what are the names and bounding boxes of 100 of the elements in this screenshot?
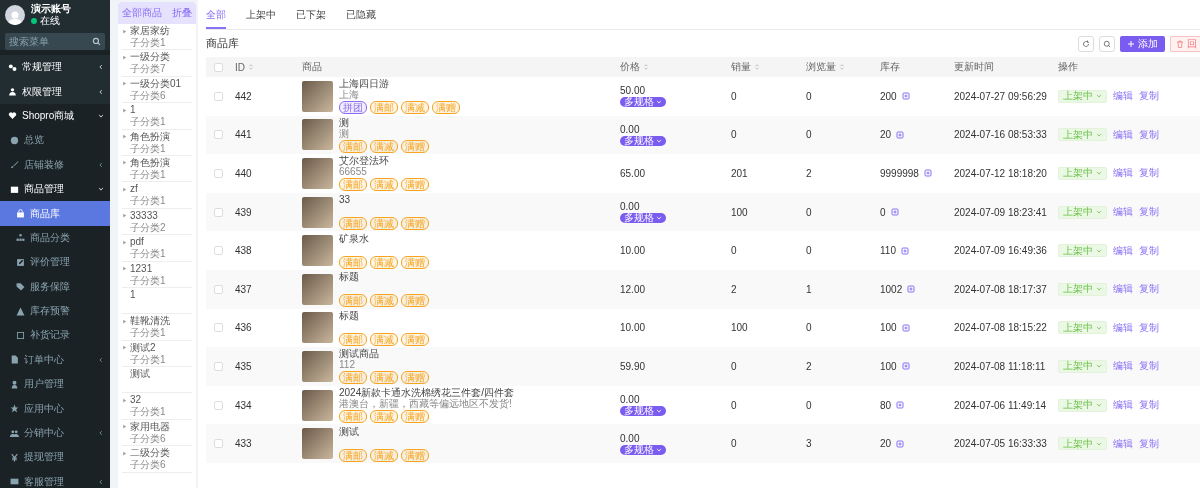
menu-item[interactable]: 权限管理	[0, 79, 110, 104]
action-link[interactable]: 编辑	[1113, 398, 1133, 413]
spec-button[interactable]: 多规格	[620, 444, 666, 455]
action-link[interactable]: 复制	[1139, 398, 1159, 413]
action-link[interactable]: 复制	[1139, 320, 1159, 335]
menu-item[interactable]: 店铺装修	[0, 152, 110, 177]
subcategory-name[interactable]: 子分类6	[130, 432, 166, 444]
subcategory-name[interactable]: 子分类2	[130, 221, 166, 233]
menu-item[interactable]: 总览	[0, 128, 110, 153]
subcategory-name[interactable]: 子分类1	[130, 168, 166, 180]
action-link[interactable]: 编辑	[1113, 320, 1133, 335]
menu-item[interactable]: 商品管理	[0, 176, 110, 202]
menu-item[interactable]: 商品分类	[0, 225, 110, 251]
action-link[interactable]: 编辑	[1113, 127, 1133, 142]
checkbox[interactable]	[214, 62, 223, 72]
action-link[interactable]: 复制	[1139, 166, 1159, 181]
status-select[interactable]: 上架中	[1058, 167, 1107, 180]
plus-square-icon[interactable]	[907, 285, 916, 294]
category-name[interactable]: 角色扮演	[130, 130, 170, 143]
tab[interactable]: 已隐藏	[346, 0, 376, 29]
subcategory-name[interactable]: 子分类1	[130, 37, 166, 48]
subcategory-name[interactable]: 子分类6	[130, 89, 166, 101]
subcategory-name[interactable]: 子分类7	[130, 63, 166, 75]
category-name[interactable]: 测试	[130, 368, 150, 381]
collapse-link[interactable]: 折叠	[172, 6, 192, 20]
search-field[interactable]: 搜索菜单	[5, 33, 105, 50]
checkbox[interactable]	[214, 130, 223, 140]
column-header[interactable]: 价格	[620, 60, 725, 74]
status-select[interactable]: 上架中	[1058, 398, 1107, 412]
subcategory-name[interactable]: 子分类1	[130, 195, 166, 207]
plus-square-icon[interactable]	[890, 208, 899, 217]
category-name[interactable]: 角色扮演	[130, 156, 170, 169]
menu-item[interactable]: 常规管理	[0, 55, 110, 80]
checkbox[interactable]	[214, 91, 223, 101]
category-name[interactable]: 一级分类	[130, 51, 170, 64]
spec-button[interactable]: 多规格	[620, 213, 666, 224]
category-name[interactable]: 1	[130, 288, 136, 301]
checkbox[interactable]	[214, 439, 223, 449]
recycle-button[interactable]: 回	[1170, 35, 1200, 52]
menu-item[interactable]: 商品库	[0, 201, 110, 226]
subcategory-name[interactable]: 子分类1	[130, 406, 166, 418]
category-name[interactable]: 家用电器	[130, 420, 170, 433]
spec-button[interactable]: 多规格	[620, 97, 666, 108]
plus-square-icon[interactable]	[900, 246, 909, 255]
checkbox[interactable]	[214, 284, 223, 294]
action-link[interactable]: 复制	[1139, 359, 1159, 374]
status-select[interactable]: 上架中	[1058, 321, 1107, 335]
subcategory-name[interactable]: 子分类1	[130, 274, 166, 286]
category-name[interactable]: pdf	[130, 236, 144, 249]
checkbox[interactable]	[214, 169, 223, 178]
category-name[interactable]: 一级分类01	[130, 77, 182, 90]
status-select[interactable]: 上架中	[1058, 282, 1107, 296]
status-select[interactable]: 上架中	[1058, 359, 1107, 373]
category-name[interactable]: 二级分类	[130, 447, 170, 460]
action-link[interactable]: 编辑	[1113, 243, 1133, 258]
menu-item[interactable]: 分销中心	[0, 420, 110, 446]
tab[interactable]: 上架中	[246, 0, 276, 29]
spec-button[interactable]: 多规格	[620, 135, 666, 146]
status-select[interactable]: 上架中	[1058, 244, 1107, 258]
tab[interactable]: 已下架	[296, 0, 326, 29]
action-link[interactable]: 复制	[1139, 282, 1159, 297]
action-link[interactable]: 编辑	[1113, 436, 1133, 451]
menu-item[interactable]: 订单中心	[0, 347, 110, 373]
plus-square-icon[interactable]	[896, 439, 905, 448]
column-header[interactable]: ID	[235, 61, 296, 73]
action-link[interactable]: 编辑	[1113, 166, 1133, 181]
category-name[interactable]: 33333	[130, 209, 158, 222]
category-name[interactable]: 1	[130, 104, 136, 117]
tab[interactable]: 全部	[206, 0, 226, 29]
action-link[interactable]: 复制	[1139, 243, 1159, 258]
action-link[interactable]: 复制	[1139, 89, 1159, 104]
checkbox[interactable]	[214, 361, 223, 371]
subcategory-name[interactable]: 子分类1	[130, 142, 166, 154]
menu-item[interactable]: 评价管理	[0, 250, 110, 275]
search-button[interactable]	[1099, 35, 1115, 52]
action-link[interactable]: 复制	[1139, 127, 1159, 142]
checkbox[interactable]	[214, 323, 223, 333]
action-link[interactable]: 编辑	[1113, 359, 1133, 374]
status-select[interactable]: 上架中	[1058, 437, 1107, 451]
plus-square-icon[interactable]	[901, 362, 910, 371]
menu-item[interactable]: 用户管理	[0, 372, 110, 397]
action-link[interactable]: 复制	[1139, 436, 1159, 451]
menu-item[interactable]: 库存预警	[0, 298, 110, 324]
category-name[interactable]: 鞋靴清洗	[130, 315, 170, 328]
column-header[interactable]: 销量	[731, 60, 800, 74]
category-name[interactable]: 32	[130, 394, 142, 407]
subcategory-name[interactable]: 子分类1	[130, 116, 166, 128]
status-select[interactable]: 上架中	[1058, 89, 1107, 103]
plus-square-icon[interactable]	[896, 401, 905, 410]
plus-square-icon[interactable]	[923, 169, 932, 178]
spec-button[interactable]: 多规格	[620, 406, 666, 417]
category-all[interactable]: 全部商品	[122, 6, 162, 20]
action-link[interactable]: 编辑	[1113, 89, 1133, 104]
category-name[interactable]: 测试2	[130, 341, 156, 354]
checkbox[interactable]	[214, 400, 223, 410]
refresh-button[interactable]	[1078, 35, 1094, 52]
action-link[interactable]: 编辑	[1113, 282, 1133, 297]
plus-square-icon[interactable]	[901, 92, 910, 101]
add-button[interactable]: 添加	[1120, 35, 1165, 52]
category-name[interactable]: 家居家纺	[130, 25, 170, 37]
